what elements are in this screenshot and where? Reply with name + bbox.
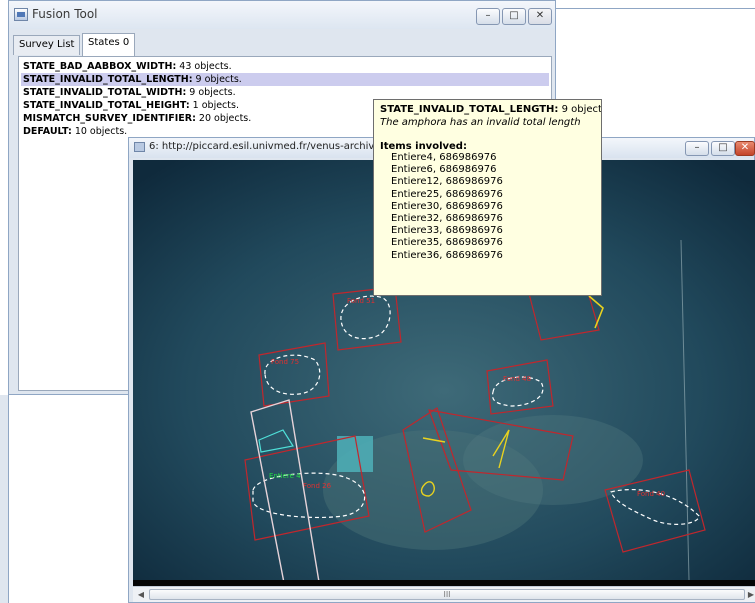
scroll-thumb[interactable]: III (149, 589, 745, 600)
fusion-titlebar[interactable]: Fusion Tool – □ ✕ (9, 1, 555, 29)
tooltip-count: 9 objects. (561, 104, 602, 115)
tooltip-state: STATE_INVALID_TOTAL_LENGTH: (380, 104, 559, 115)
tooltip-item: Entiere36, 686986976 (391, 249, 503, 261)
tooltip-item: Entiere12, 686986976 (391, 176, 503, 188)
state-count: 43 objects. (176, 61, 232, 72)
tooltip-item: Entiere35, 686986976 (391, 237, 503, 249)
minimize-icon: – (694, 142, 700, 153)
annotation-label: Fond 51 (347, 297, 375, 305)
state-count: 20 objects. (195, 113, 252, 124)
viewer-icon (134, 142, 145, 152)
background-window-edge (0, 395, 9, 603)
maximize-button[interactable]: □ (502, 8, 526, 25)
state-name: STATE_INVALID_TOTAL_LENGTH: (23, 74, 193, 85)
tooltip-item: Entiere30, 686986976 (391, 200, 503, 212)
minimize-icon: – (485, 10, 491, 21)
state-count: 9 objects. (192, 74, 242, 85)
state-name: STATE_BAD_AABBOX_WIDTH: (23, 61, 177, 72)
tooltip-item: Entiere25, 686986976 (391, 188, 503, 200)
viewer-close-button[interactable]: ✕ (735, 141, 755, 156)
annotation-label: Fond 75 (271, 358, 299, 366)
maximize-icon: □ (509, 10, 519, 21)
horizontal-scrollbar[interactable]: ◀ III ▶ (133, 586, 755, 602)
viewer-maximize-button[interactable]: □ (711, 141, 735, 156)
tooltip-item: Entiere33, 686986976 (391, 225, 503, 237)
list-item[interactable]: STATE_BAD_AABBOX_WIDTH: 43 objects. (21, 60, 549, 73)
background-divider (556, 8, 755, 9)
close-icon: ✕ (740, 142, 750, 153)
state-count: 1 objects. (189, 100, 239, 111)
state-tooltip: STATE_INVALID_TOTAL_LENGTH: 9 objects. T… (373, 99, 602, 296)
state-name: STATE_INVALID_TOTAL_HEIGHT: (23, 100, 190, 111)
reference-marker (337, 436, 373, 472)
state-name: DEFAULT: (23, 126, 72, 137)
state-count: 10 objects. (71, 126, 128, 137)
annotation-label: Entiere 4 (269, 472, 301, 480)
state-name: MISMATCH_SURVEY_IDENTIFIER: (23, 113, 196, 124)
tooltip-item: Entiere32, 686986976 (391, 213, 503, 225)
state-name: STATE_INVALID_TOTAL_WIDTH: (23, 87, 187, 98)
viewer-minimize-button[interactable]: – (685, 141, 709, 156)
maximize-icon: □ (718, 142, 728, 153)
tooltip-items-title: Items involved: (380, 141, 467, 152)
state-count: 9 objects. (186, 87, 236, 98)
list-item[interactable]: STATE_INVALID_TOTAL_LENGTH: 9 objects. (21, 73, 549, 86)
list-item[interactable]: STATE_INVALID_TOTAL_WIDTH: 9 objects. (21, 86, 549, 99)
tooltip-heading: STATE_INVALID_TOTAL_LENGTH: 9 objects. (380, 104, 601, 115)
scroll-right-icon[interactable]: ▶ (745, 589, 755, 601)
window-title: Fusion Tool (32, 7, 98, 21)
tooltip-item: Entiere6, 686986976 (391, 164, 497, 176)
close-icon: ✕ (535, 10, 545, 21)
app-icon (14, 8, 28, 21)
viewer-title: 6: http://piccard.esil.univmed.fr/venus-… (149, 141, 381, 152)
annotation-label: Fond 40 (637, 490, 665, 498)
annotation-label: Fond 48 (503, 375, 531, 383)
annotation-label: Fond 26 (303, 482, 332, 490)
tooltip-description: The amphora has an invalid total length (380, 117, 581, 128)
tab-states[interactable]: States 0 (82, 33, 136, 56)
tab-survey-list[interactable]: Survey List (13, 35, 81, 55)
minimize-button[interactable]: – (476, 8, 500, 25)
scroll-left-icon[interactable]: ◀ (135, 589, 147, 601)
sand-patch (463, 415, 643, 505)
tooltip-item: Entiere4, 686986976 (391, 152, 497, 163)
close-button[interactable]: ✕ (528, 8, 552, 25)
